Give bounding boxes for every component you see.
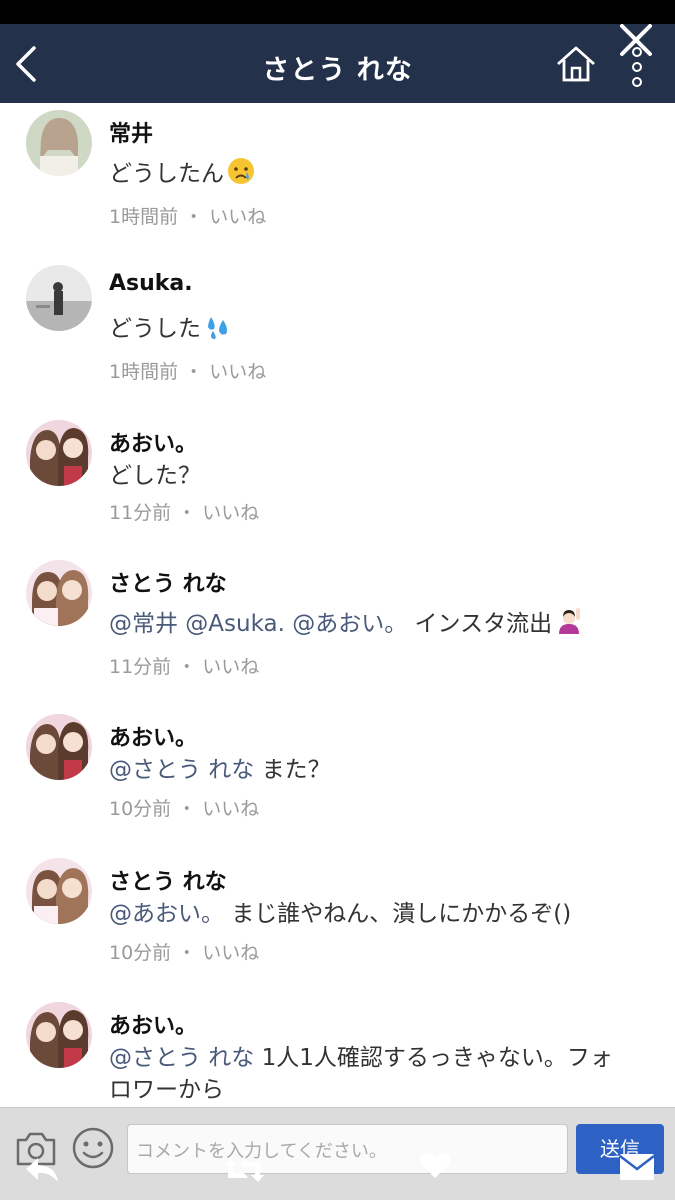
- comment-time: 1時間前: [109, 206, 179, 228]
- comment-text: どした？: [109, 460, 649, 492]
- commenter-name[interactable]: Asuka.: [109, 271, 193, 296]
- avatar[interactable]: [26, 420, 92, 486]
- comment-body: また？: [254, 757, 331, 783]
- comment-body: まじ誰やねん、潰しにかかるぞ(): [224, 901, 572, 927]
- commenter-name[interactable]: 常井: [109, 116, 153, 148]
- avatar[interactable]: [26, 858, 92, 924]
- comment-text: @あおい。 まじ誰やねん、潰しにかかるぞ(): [109, 898, 649, 930]
- heart-icon[interactable]: [418, 1148, 452, 1182]
- direct-message-icon[interactable]: [618, 1146, 658, 1184]
- comment-meta: 11分前 ・ いいね: [109, 652, 259, 679]
- like-link[interactable]: いいね: [209, 206, 266, 228]
- comment-time: 11分前: [109, 502, 172, 524]
- avatar[interactable]: [26, 265, 92, 331]
- meta-separator: ・: [177, 656, 197, 678]
- comment-text: @さとう れな 1人1人確認するっきゃない。フォロワーから: [109, 1042, 624, 1106]
- person-raising-hand-emoji-icon: [559, 608, 581, 634]
- home-icon[interactable]: [555, 43, 597, 85]
- comment-meta: 1時間前 ・ いいね: [109, 202, 266, 229]
- comment-body: どうした: [109, 316, 201, 342]
- comment-meta: 10分前 ・ いいね: [109, 938, 259, 965]
- comment-text: どうした: [109, 311, 649, 345]
- reply-arrow-icon[interactable]: [22, 1152, 62, 1188]
- like-link[interactable]: いいね: [202, 942, 259, 964]
- comment-list[interactable]: 常井 どうしたん 1時間前 ・ いいね Asuka. どうした 1時間前 ・ い…: [0, 103, 675, 1107]
- commenter-name[interactable]: さとう れな: [109, 566, 227, 598]
- avatar[interactable]: [26, 714, 92, 780]
- comment-meta: 1時間前 ・ いいね: [109, 357, 266, 384]
- comment-text: @さとう れな また？: [109, 754, 649, 786]
- meta-separator: ・: [177, 942, 197, 964]
- comment-time: 10分前: [109, 798, 172, 820]
- status-strip: [0, 0, 675, 24]
- emoji-smile-icon[interactable]: [70, 1125, 116, 1171]
- commenter-name[interactable]: あおい。: [109, 426, 197, 458]
- commenter-name[interactable]: さとう れな: [109, 864, 227, 896]
- like-link[interactable]: いいね: [202, 656, 259, 678]
- comment-meta: 10分前 ・ いいね: [109, 794, 259, 821]
- comment-body: どうしたん: [109, 161, 224, 187]
- commenter-name[interactable]: あおい。: [109, 1008, 197, 1040]
- mention-link[interactable]: @常井 @Asuka. @あおい。: [109, 611, 407, 637]
- comment-text: @常井 @Asuka. @あおい。 インスタ流出: [109, 606, 649, 640]
- like-link[interactable]: いいね: [209, 361, 266, 383]
- close-icon[interactable]: [616, 20, 656, 60]
- comment-meta: 11分前 ・ いいね: [109, 498, 259, 525]
- nav-header: さとう れな: [0, 24, 675, 103]
- like-link[interactable]: いいね: [202, 798, 259, 820]
- commenter-name[interactable]: あおい。: [109, 720, 197, 752]
- avatar[interactable]: [26, 110, 92, 176]
- sweat-droplets-emoji-icon: [208, 317, 227, 339]
- comment-body: インスタ流出: [407, 611, 553, 637]
- meta-separator: ・: [177, 502, 197, 524]
- retweet-icon[interactable]: [222, 1152, 266, 1188]
- comment-input[interactable]: コメントを入力してください。: [127, 1124, 568, 1174]
- meta-separator: ・: [177, 798, 197, 820]
- comment-body: どした？: [109, 463, 201, 489]
- crying-face-emoji-icon: [228, 158, 254, 184]
- comment-time: 11分前: [109, 656, 172, 678]
- meta-separator: ・: [184, 206, 204, 228]
- mention-link[interactable]: @さとう れな: [109, 1045, 254, 1071]
- meta-separator: ・: [184, 361, 204, 383]
- comment-composer: コメントを入力してください。 送信: [0, 1107, 675, 1200]
- comment-time: 1時間前: [109, 361, 179, 383]
- mention-link[interactable]: @さとう れな: [109, 757, 254, 783]
- comment-text: どうしたん: [109, 156, 649, 190]
- comment-time: 10分前: [109, 942, 172, 964]
- avatar[interactable]: [26, 560, 92, 626]
- like-link[interactable]: いいね: [202, 502, 259, 524]
- mention-link[interactable]: @あおい。: [109, 901, 224, 927]
- avatar[interactable]: [26, 1002, 92, 1068]
